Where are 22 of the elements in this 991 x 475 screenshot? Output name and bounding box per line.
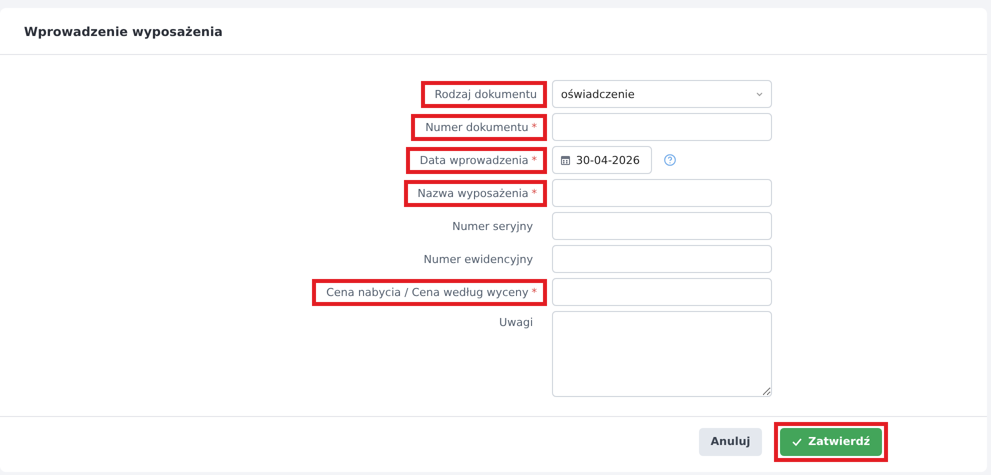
field-label: Nazwa wyposażenia * bbox=[404, 180, 547, 206]
field-label: Numer ewidencyjny bbox=[422, 252, 534, 268]
check-icon bbox=[792, 438, 802, 446]
field-label: Rodzaj dokumentu bbox=[420, 80, 547, 108]
field-label: Data wprowadzenia * bbox=[406, 146, 547, 174]
notes-field[interactable] bbox=[552, 311, 772, 397]
date-field[interactable]: 30-04-2026 bbox=[552, 146, 652, 174]
chevron-down-icon bbox=[756, 92, 763, 96]
document-type-select[interactable]: oświadczenie bbox=[552, 80, 772, 108]
input-field[interactable] bbox=[552, 179, 772, 207]
field-label: Numer seryjny bbox=[451, 218, 534, 234]
field-label: Cena nabycia / Cena według wyceny * bbox=[312, 278, 547, 306]
cancel-button[interactable]: Anuluj bbox=[698, 428, 762, 456]
input-field[interactable] bbox=[552, 245, 772, 273]
input-field[interactable] bbox=[552, 113, 772, 141]
field-label: Numer dokumentu * bbox=[411, 114, 547, 140]
calendar-icon bbox=[561, 155, 570, 165]
input-field[interactable] bbox=[552, 212, 772, 240]
card-title: Wprowadzenie wyposażenia bbox=[24, 24, 223, 38]
input-field[interactable] bbox=[552, 278, 772, 306]
help-icon[interactable] bbox=[664, 154, 676, 166]
field-label: Uwagi bbox=[498, 315, 534, 331]
